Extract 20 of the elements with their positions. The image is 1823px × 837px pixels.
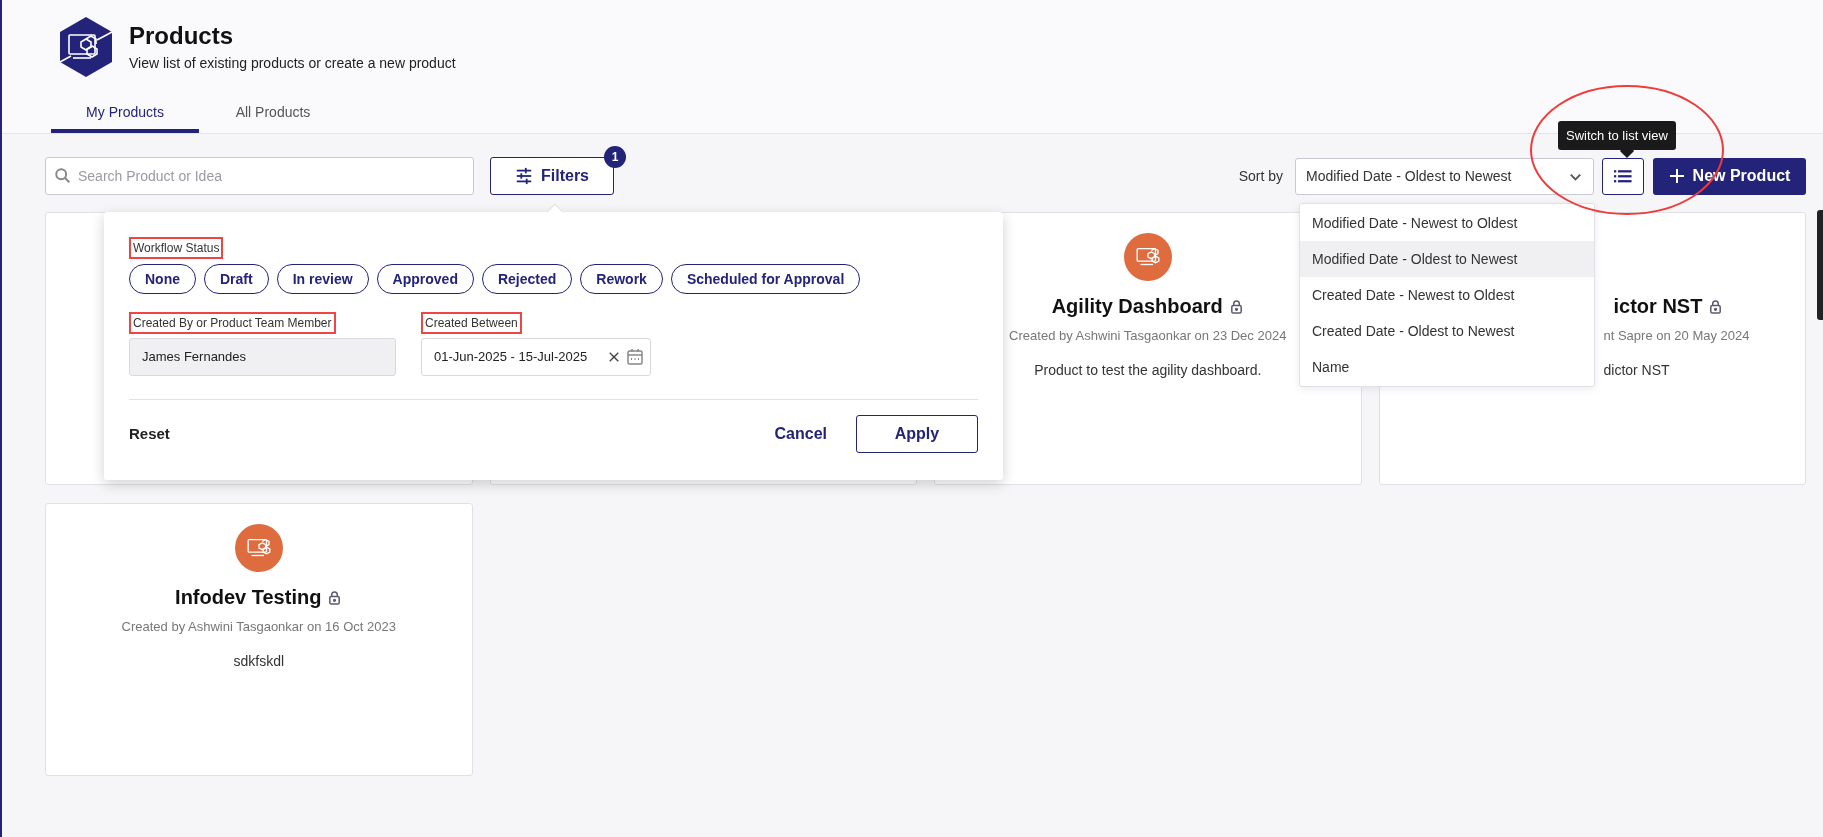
sort-value: Modified Date - Oldest to Newest xyxy=(1306,166,1512,186)
page-title: Products xyxy=(129,21,234,51)
field-label: Created Between xyxy=(421,312,522,334)
product-description: dictor NST xyxy=(1603,360,1671,380)
page-subtitle: View list of existing products or create a new product xyxy=(129,54,456,73)
product-byline: Created by Ashwini Tasgaonkar on 16 Oct 2023 xyxy=(121,618,396,636)
product-byline: nt Sapre on 20 May 2024 xyxy=(1603,327,1751,345)
product-title: Infodev Testing xyxy=(175,585,322,610)
filter-count-badge: 1 xyxy=(604,146,626,168)
product-description: sdkfskdl xyxy=(233,651,285,671)
tooltip: Switch to list view xyxy=(1558,121,1676,150)
product-description: Product to test the agility dashboard. xyxy=(1034,360,1262,380)
product-title: Agility Dashboard xyxy=(1051,294,1223,319)
filters-label: Filters xyxy=(541,166,589,186)
field-label: Created By or Product Team Member xyxy=(129,312,336,334)
product-byline: Created by Ashwini Tasgaonkar on 23 Dec 2024 xyxy=(1009,327,1287,345)
product-title: ictor NST xyxy=(1613,294,1703,319)
sort-label: Sort by xyxy=(1238,166,1283,186)
date-range-value: 01-Jun-2025 - 15-Jul-2025 xyxy=(434,348,589,367)
field-label: Workflow Status xyxy=(129,237,224,259)
